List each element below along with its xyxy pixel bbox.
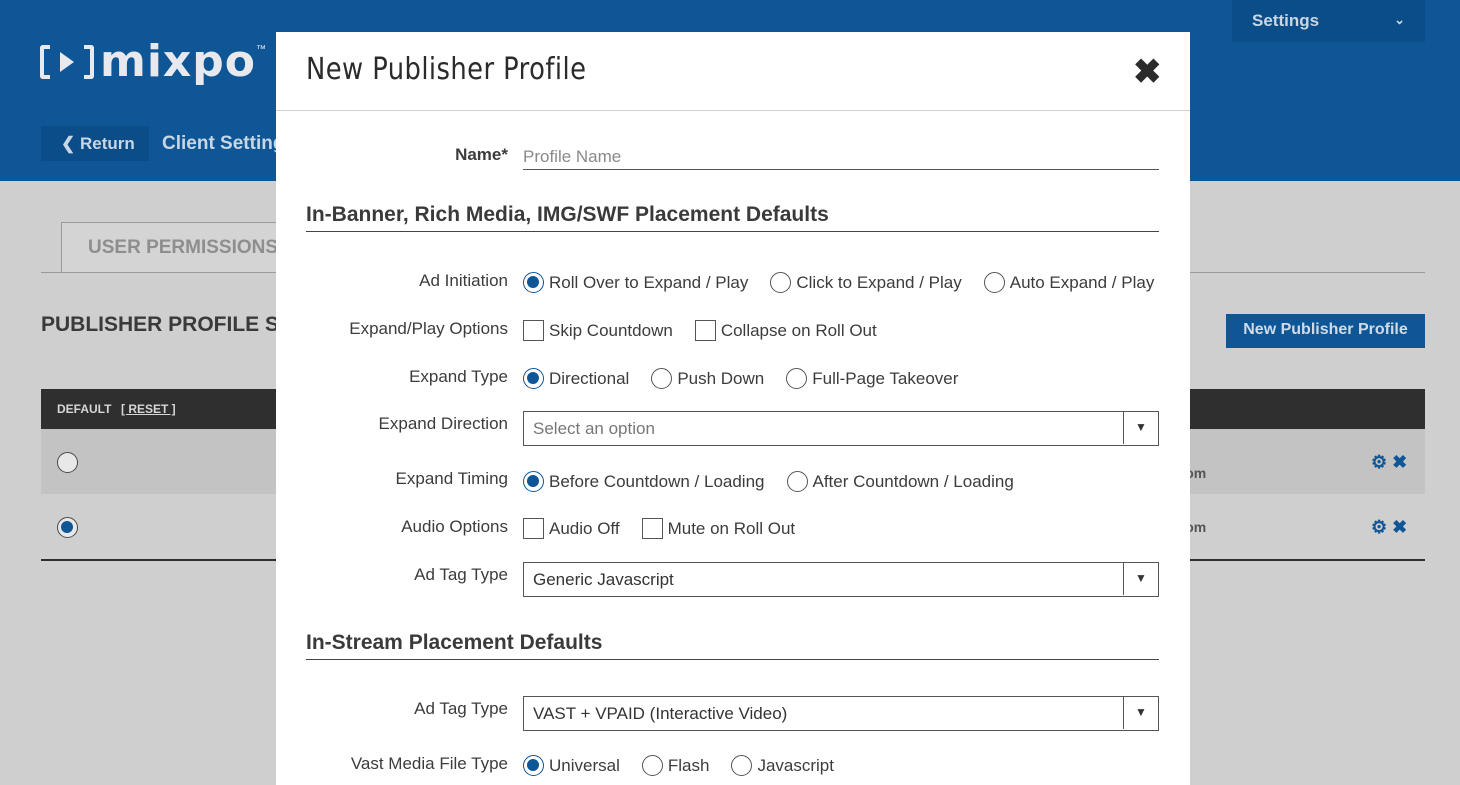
- radio-button[interactable]: [983, 272, 1005, 293]
- vast-media-file-type-group: Universal Flash Javascript: [523, 755, 856, 776]
- expand-type-push-down-option[interactable]: Push Down: [651, 368, 764, 389]
- inbanner-ad-tag-type-label: Ad Tag Type: [414, 565, 508, 584]
- delete-icon[interactable]: ✖: [1392, 452, 1407, 472]
- tab-user-permissions[interactable]: USER PERMISSIONS: [61, 222, 301, 273]
- option-label: Push Down: [677, 368, 765, 388]
- expand-direction-label: Expand Direction: [378, 414, 508, 433]
- instream-ad-tag-type-label: Ad Tag Type: [414, 699, 508, 718]
- chevron-left-icon: ❮: [61, 134, 76, 153]
- option-label: Full-Page Takeover: [812, 368, 959, 388]
- ad-initiation-click-option[interactable]: Click to Expand / Play: [770, 272, 962, 293]
- new-publisher-profile-modal: New Publisher Profile ✖ Name* In-Banner,…: [276, 32, 1190, 785]
- audio-options-group: Audio Off Mute on Roll Out: [523, 518, 817, 539]
- chevron-down-icon[interactable]: ▼: [1123, 697, 1158, 729]
- select-value: Generic Javascript: [533, 570, 674, 589]
- expand-play-options-label: Expand/Play Options: [349, 319, 508, 338]
- ad-initiation-label: Ad Initiation: [419, 271, 508, 290]
- play-logo-icon: [40, 43, 94, 81]
- settings-dropdown-label: Settings: [1252, 11, 1320, 30]
- ad-initiation-auto-option[interactable]: Auto Expand / Play: [983, 272, 1155, 293]
- radio-button[interactable]: [770, 272, 792, 293]
- option-label: After Countdown / Loading: [812, 471, 1014, 491]
- expand-timing-label: Expand Timing: [395, 469, 508, 488]
- reset-default-link[interactable]: [ RESET ]: [121, 402, 176, 416]
- radio-button[interactable]: [731, 755, 753, 776]
- logo-trademark: ™: [256, 44, 267, 55]
- audio-options-label: Audio Options: [401, 517, 508, 536]
- expand-type-full-page-option[interactable]: Full-Page Takeover: [786, 368, 958, 389]
- return-label: Return: [79, 134, 135, 153]
- expand-timing-group: Before Countdown / Loading After Countdo…: [523, 471, 1036, 492]
- option-label: Directional: [549, 368, 630, 388]
- option-label: Mute on Roll Out: [667, 518, 796, 538]
- logo-text: mixpo: [100, 36, 257, 87]
- instream-section-title: In-Stream Placement Defaults: [306, 631, 1159, 660]
- name-label: Name*: [455, 145, 508, 164]
- expand-type-group: Directional Push Down Full-Page Takeover: [523, 368, 980, 389]
- inbanner-ad-tag-type-select[interactable]: Generic Javascript ▼: [523, 562, 1159, 597]
- profile-name-input[interactable]: [523, 144, 1159, 170]
- default-radio[interactable]: [57, 452, 78, 473]
- settings-dropdown[interactable]: Settings ⌄: [1232, 0, 1425, 42]
- instream-ad-tag-type-select[interactable]: VAST + VPAID (Interactive Video) ▼: [523, 696, 1159, 731]
- expand-direction-select[interactable]: Select an option ▼: [523, 411, 1159, 446]
- mixpo-logo[interactable]: mixpo ™: [40, 36, 266, 87]
- inbanner-section-title: In-Banner, Rich Media, IMG/SWF Placement…: [306, 203, 1159, 232]
- expand-play-options-group: Skip Countdown Collapse on Roll Out: [523, 320, 899, 341]
- expand-type-directional-option[interactable]: Directional: [523, 368, 629, 389]
- column-header-default: DEFAULT: [57, 402, 112, 416]
- ad-initiation-group: Roll Over to Expand / Play Click to Expa…: [523, 272, 1176, 293]
- option-label: Flash: [667, 755, 710, 775]
- vast-media-file-type-label: Vast Media File Type: [350, 754, 508, 773]
- radio-button[interactable]: [786, 471, 808, 492]
- skip-countdown-option[interactable]: Skip Countdown: [523, 320, 673, 341]
- expand-timing-after-option[interactable]: After Countdown / Loading: [786, 471, 1014, 492]
- checkbox[interactable]: [523, 320, 544, 341]
- vast-flash-option[interactable]: Flash: [641, 755, 710, 776]
- option-label: Before Countdown / Loading: [549, 471, 765, 491]
- chevron-down-icon: ⌄: [1394, 12, 1405, 27]
- option-label: Javascript: [757, 755, 834, 775]
- mute-on-roll-out-option[interactable]: Mute on Roll Out: [641, 518, 796, 539]
- delete-icon[interactable]: ✖: [1392, 517, 1407, 537]
- gear-icon[interactable]: ⚙: [1371, 452, 1387, 472]
- option-label: Collapse on Roll Out: [720, 320, 877, 340]
- select-value: VAST + VPAID (Interactive Video): [533, 704, 788, 723]
- option-label: Audio Off: [549, 518, 620, 538]
- gear-icon[interactable]: ⚙: [1371, 517, 1387, 537]
- checkbox[interactable]: [641, 518, 663, 539]
- row-actions: ⚙ ✖: [1371, 517, 1407, 538]
- modal-header: New Publisher Profile ✖: [276, 32, 1190, 111]
- option-label: Roll Over to Expand / Play: [549, 272, 749, 292]
- audio-off-option[interactable]: Audio Off: [523, 518, 620, 539]
- chevron-down-icon[interactable]: ▼: [1123, 412, 1158, 444]
- radio-button[interactable]: [523, 755, 544, 776]
- collapse-on-roll-out-option[interactable]: Collapse on Roll Out: [694, 320, 877, 341]
- radio-button[interactable]: [641, 755, 663, 776]
- new-publisher-profile-button[interactable]: New Publisher Profile: [1226, 314, 1425, 348]
- checkbox[interactable]: [523, 518, 544, 539]
- ad-initiation-rollover-option[interactable]: Roll Over to Expand / Play: [523, 272, 748, 293]
- option-label: Auto Expand / Play: [1009, 272, 1155, 292]
- option-label: Universal: [549, 755, 620, 775]
- expand-type-label: Expand Type: [409, 367, 508, 386]
- radio-button[interactable]: [523, 368, 544, 389]
- return-button[interactable]: ❮ Return: [41, 126, 149, 161]
- chevron-down-icon[interactable]: ▼: [1123, 563, 1158, 595]
- close-icon[interactable]: ✖: [1133, 54, 1162, 90]
- radio-button[interactable]: [523, 272, 544, 293]
- radio-button[interactable]: [651, 368, 673, 389]
- vast-universal-option[interactable]: Universal: [523, 755, 620, 776]
- row-actions: ⚙ ✖: [1371, 452, 1407, 473]
- modal-title: New Publisher Profile: [306, 52, 587, 87]
- checkbox[interactable]: [694, 320, 716, 341]
- select-placeholder: Select an option: [533, 419, 655, 438]
- default-radio[interactable]: [57, 517, 78, 538]
- option-label: Click to Expand / Play: [796, 272, 962, 292]
- vast-javascript-option[interactable]: Javascript: [731, 755, 834, 776]
- expand-timing-before-option[interactable]: Before Countdown / Loading: [523, 471, 765, 492]
- radio-button[interactable]: [523, 471, 544, 492]
- radio-button[interactable]: [786, 368, 808, 389]
- option-label: Skip Countdown: [549, 320, 673, 340]
